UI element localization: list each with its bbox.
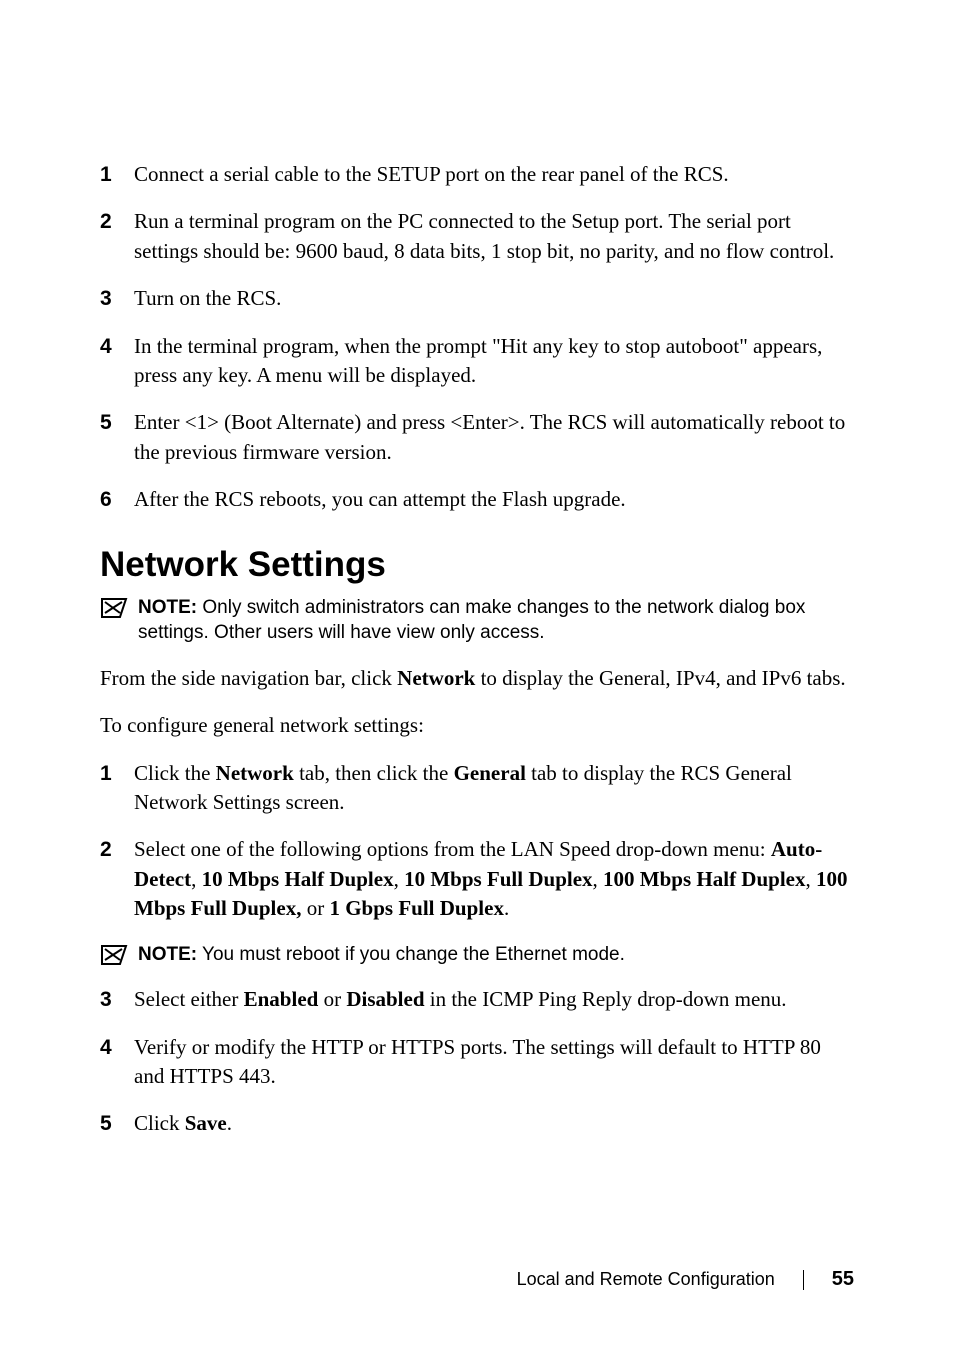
footer-divider [803, 1270, 804, 1290]
para-text: From the side navigation bar, click [100, 666, 397, 690]
note-2: NOTE: You must reboot if you change the … [100, 942, 854, 968]
paragraph-2: To configure general network settings: [100, 711, 854, 740]
t: , [806, 867, 817, 891]
b: Enabled [244, 987, 319, 1011]
section-heading: Network Settings [100, 545, 854, 585]
step-b-2: 2 Select one of the following options fr… [100, 835, 854, 923]
step-text: Select one of the following options from… [134, 835, 854, 923]
step-text: Enter <1> (Boot Alternate) and press <En… [134, 408, 854, 467]
t: Select either [134, 987, 244, 1011]
t: Click the [134, 761, 216, 785]
note-body: You must reboot if you change the Ethern… [197, 944, 625, 965]
note-label: NOTE: [138, 944, 197, 965]
step-num: 1 [100, 759, 134, 818]
page-number: 55 [832, 1268, 854, 1291]
step-a-2: 2 Run a terminal program on the PC conne… [100, 207, 854, 266]
t: , [191, 867, 202, 891]
note-text: NOTE: You must reboot if you change the … [138, 942, 854, 968]
step-num: 6 [100, 485, 134, 514]
step-num: 4 [100, 332, 134, 391]
step-b-3: 3 Select either Enabled or Disabled in t… [100, 985, 854, 1014]
step-text: Select either Enabled or Disabled in the… [134, 985, 854, 1014]
b: 100 Mbps Half Duplex [603, 867, 805, 891]
note-icon [100, 944, 128, 966]
para-text: to display the General, IPv4, and IPv6 t… [475, 666, 845, 690]
note-body: Only switch administrators can make chan… [138, 597, 805, 644]
step-a-4: 4 In the terminal program, when the prom… [100, 332, 854, 391]
t: in the ICMP Ping Reply drop-down menu. [425, 987, 787, 1011]
t: , [593, 867, 604, 891]
step-text: Run a terminal program on the PC connect… [134, 207, 854, 266]
step-a-5: 5 Enter <1> (Boot Alternate) and press <… [100, 408, 854, 467]
note-text: NOTE: Only switch administrators can mak… [138, 595, 854, 646]
step-b-5: 5 Click Save. [100, 1109, 854, 1138]
step-b-4: 4 Verify or modify the HTTP or HTTPS por… [100, 1033, 854, 1092]
note-label: NOTE: [138, 597, 197, 618]
t: Click [134, 1111, 185, 1135]
b: 10 Mbps Half Duplex [202, 867, 394, 891]
step-num: 1 [100, 160, 134, 189]
step-num: 3 [100, 284, 134, 313]
step-num: 2 [100, 207, 134, 266]
step-a-1: 1 Connect a serial cable to the SETUP po… [100, 160, 854, 189]
b: 10 Mbps Full Duplex [404, 867, 592, 891]
b: General [454, 761, 526, 785]
step-a-3: 3 Turn on the RCS. [100, 284, 854, 313]
step-text: Click the Network tab, then click the Ge… [134, 759, 854, 818]
b: Disabled [346, 987, 424, 1011]
step-text: In the terminal program, when the prompt… [134, 332, 854, 391]
step-text: After the RCS reboots, you can attempt t… [134, 485, 854, 514]
step-num: 2 [100, 835, 134, 923]
t: Select one of the following options from… [134, 837, 771, 861]
t: , [394, 867, 405, 891]
step-text: Verify or modify the HTTP or HTTPS ports… [134, 1033, 854, 1092]
step-text: Connect a serial cable to the SETUP port… [134, 160, 854, 189]
b: 1 Gbps Full Duplex [329, 896, 503, 920]
step-num: 4 [100, 1033, 134, 1092]
note-icon [100, 597, 128, 619]
step-b-1: 1 Click the Network tab, then click the … [100, 759, 854, 818]
step-text: Click Save. [134, 1109, 854, 1138]
note-1: NOTE: Only switch administrators can mak… [100, 595, 854, 646]
step-num: 5 [100, 408, 134, 467]
b: Network [216, 761, 294, 785]
t: or [318, 987, 346, 1011]
step-text: Turn on the RCS. [134, 284, 854, 313]
step-num: 5 [100, 1109, 134, 1138]
b: Save [185, 1111, 227, 1135]
step-num: 3 [100, 985, 134, 1014]
t: or [301, 896, 329, 920]
para-bold: Network [397, 666, 475, 690]
t: . [227, 1111, 232, 1135]
page-footer: Local and Remote Configuration 55 [517, 1268, 854, 1291]
t: tab, then click the [294, 761, 454, 785]
paragraph-1: From the side navigation bar, click Netw… [100, 664, 854, 693]
footer-title: Local and Remote Configuration [517, 1269, 775, 1290]
t: . [504, 896, 509, 920]
step-a-6: 6 After the RCS reboots, you can attempt… [100, 485, 854, 514]
